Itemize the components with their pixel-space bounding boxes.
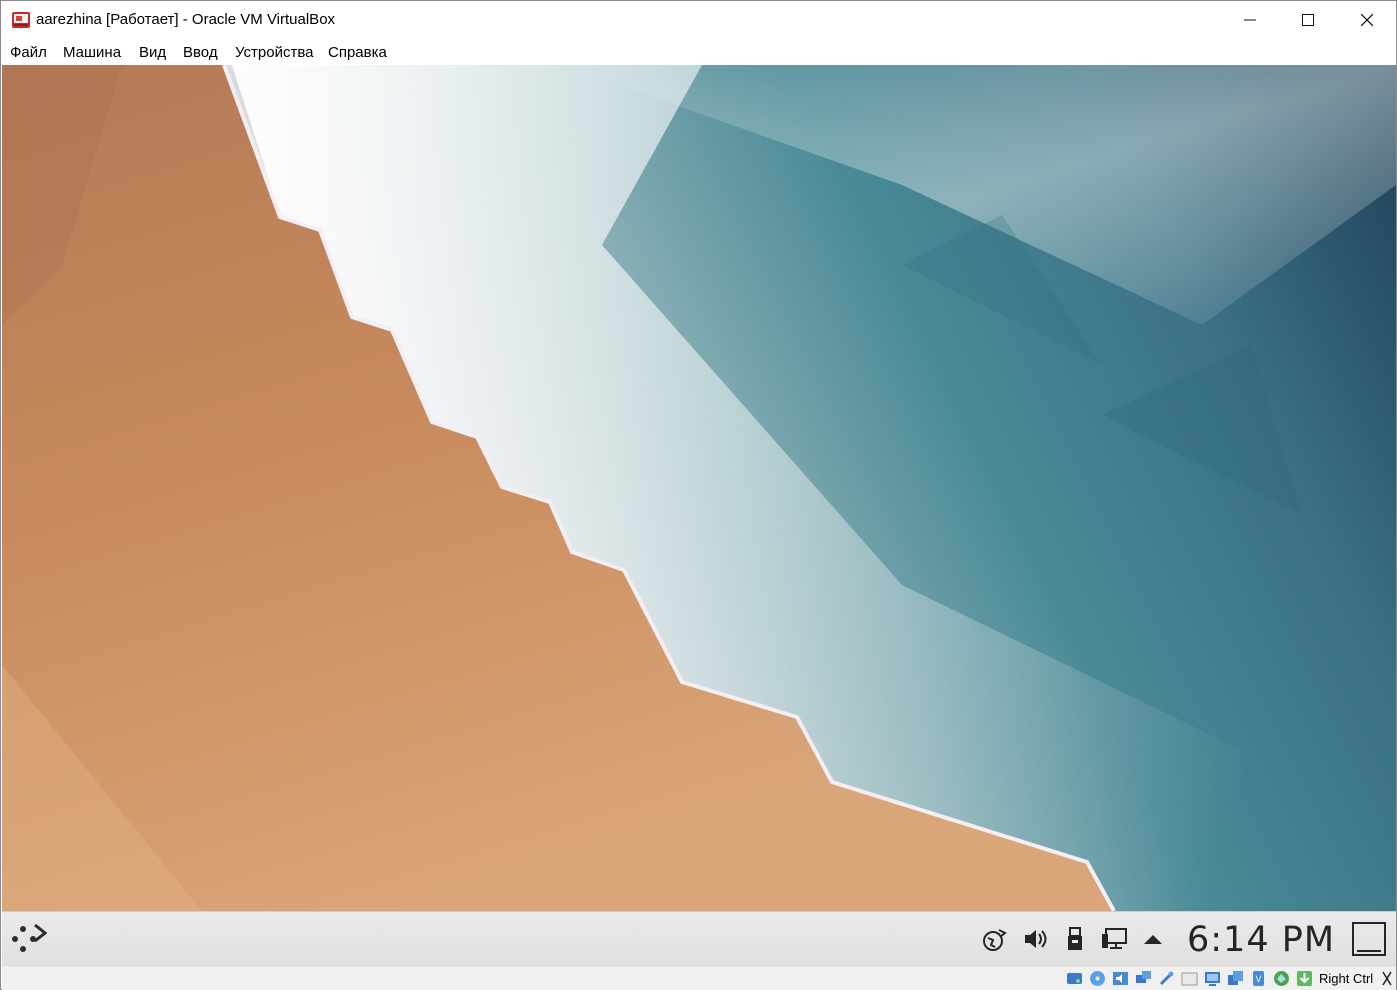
menu-view[interactable]: Вид [139,44,166,61]
menu-file[interactable]: Файл [10,44,47,61]
optical-disk-icon[interactable] [1089,970,1106,987]
menu-devices[interactable]: Устройства [235,44,313,61]
menu-help[interactable]: Справка [328,44,387,61]
menu-bar: Файл Машина Вид Ввод Устройства Справка [1,39,1396,65]
close-button[interactable] [1338,1,1396,39]
display-icon[interactable] [1098,924,1130,954]
menu-input[interactable]: Ввод [183,44,218,61]
vm-status-bar: V Right Ctrl [2,965,1396,990]
network-adapter-icon[interactable] [1135,970,1152,987]
svg-text:V: V [1255,974,1261,984]
expand-tray-icon[interactable] [1142,928,1164,950]
application-launcher-icon[interactable] [8,920,48,956]
virtualbox-window: aarezhina [Работает] - Oracle VM Virtual… [0,0,1397,990]
shared-folders-icon[interactable] [1181,970,1198,987]
vm-display[interactable] [2,65,1396,911]
minimize-icon [1244,19,1256,21]
minimize-button[interactable] [1221,1,1279,39]
host-key-label: Right Ctrl [1319,971,1374,986]
cpu-icon[interactable] [1273,970,1290,987]
usb-device-icon[interactable] [1060,924,1090,954]
virtualbox-app-icon [11,10,31,30]
keyboard-capture-icon[interactable] [1381,970,1393,987]
maximize-button[interactable] [1279,1,1337,39]
desktop-wallpaper [2,65,1396,911]
mouse-integration-icon[interactable]: V [1250,970,1267,987]
clock[interactable]: 6:14 PM [1187,920,1335,960]
usb-icon[interactable] [1158,970,1175,987]
show-desktop-icon[interactable] [1350,920,1388,958]
maximize-icon [1302,14,1314,26]
volume-icon[interactable] [1020,924,1050,954]
menu-machine[interactable]: Машина [63,44,121,61]
download-icon[interactable] [1296,970,1313,987]
close-icon [1361,14,1373,26]
window-title: aarezhina [Работает] - Oracle VM Virtual… [36,11,336,28]
network-icon[interactable] [980,924,1010,954]
hard-disk-icon[interactable] [1066,970,1083,987]
audio-icon[interactable] [1112,970,1129,987]
vm-display-icon[interactable] [1204,970,1221,987]
kde-panel: 6:14 PM [2,911,1396,965]
title-bar[interactable]: aarezhina [Работает] - Oracle VM Virtual… [1,1,1396,39]
video-capture-icon[interactable] [1227,970,1244,987]
